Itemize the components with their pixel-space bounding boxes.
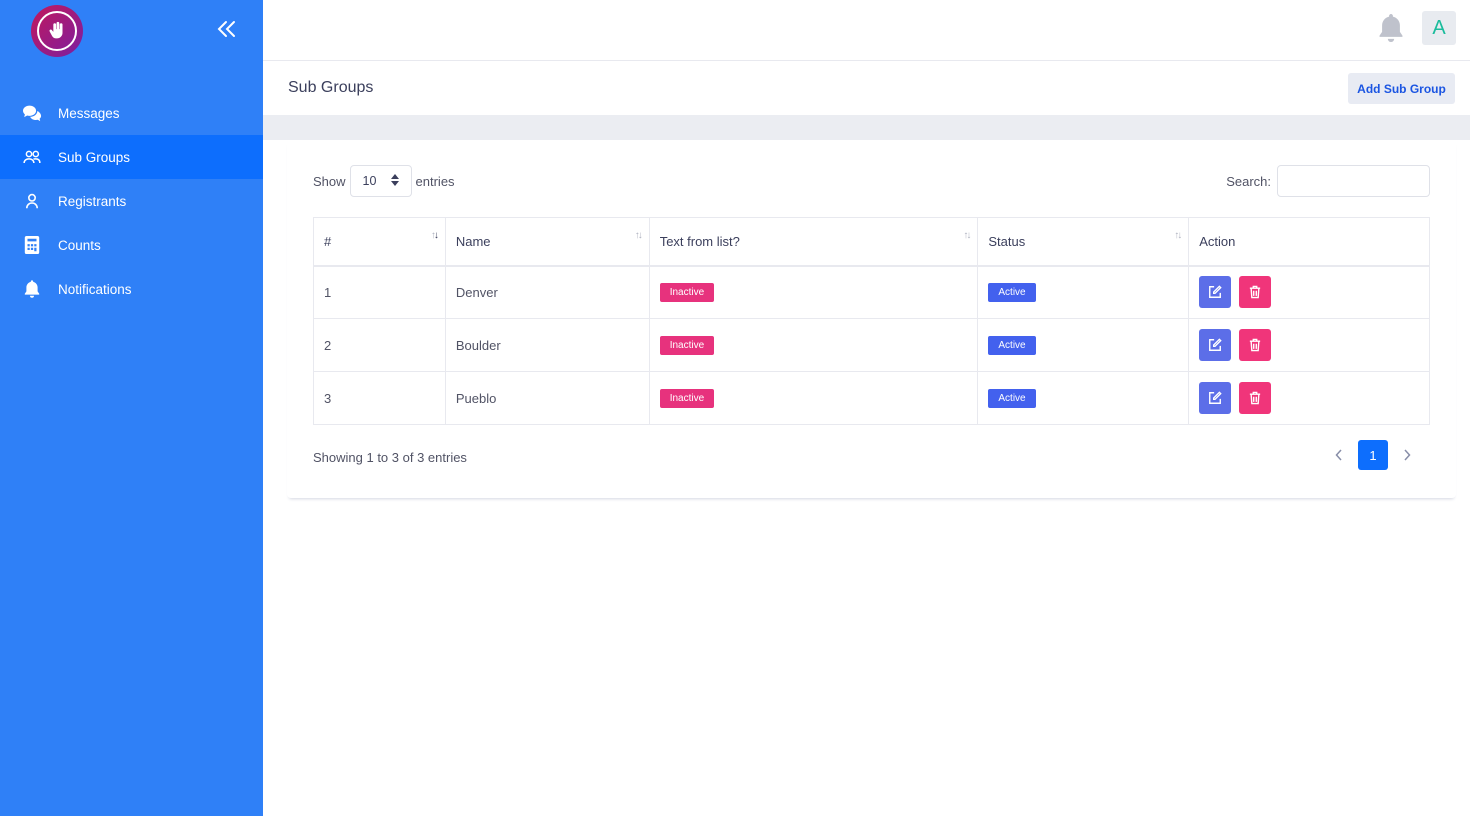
column-header-action: Action <box>1188 217 1430 267</box>
entries-select[interactable]: 10 <box>349 165 412 197</box>
sidebar-item-counts[interactable]: Counts <box>0 223 263 267</box>
show-label: Show <box>313 173 346 189</box>
cell-number: 2 <box>313 318 446 372</box>
search-input[interactable] <box>1277 165 1430 197</box>
content-divider <box>263 115 1470 140</box>
bell-icon <box>22 279 42 299</box>
edit-icon <box>1209 338 1222 351</box>
delete-button[interactable] <box>1238 329 1271 361</box>
sort-icon: ↑↓ <box>634 230 643 241</box>
cell-name: Boulder <box>444 318 650 372</box>
sort-icon: ↑↓ <box>1174 230 1182 241</box>
inactive-badge: Inactive <box>659 388 715 408</box>
sidebar-item-notifications[interactable]: Notifications <box>0 267 263 311</box>
active-badge: Active <box>988 388 1036 408</box>
cell-number: 1 <box>313 265 446 319</box>
user-icon <box>22 191 42 211</box>
cell-text-from-list: Inactive <box>648 371 979 425</box>
active-badge: Active <box>988 282 1036 302</box>
entries-length-control: Show 10 entries <box>313 165 455 197</box>
cell-actions <box>1188 318 1430 372</box>
sidebar-item-label: Registrants <box>58 193 127 209</box>
trash-icon <box>1249 285 1260 299</box>
page-title: Sub Groups <box>288 79 374 96</box>
table-info: Showing 1 to 3 of 3 entries <box>313 450 467 465</box>
calculator-icon <box>22 235 42 255</box>
sidebar-nav: Messages Sub Groups Registrants Counts N… <box>0 91 263 311</box>
delete-button[interactable] <box>1238 382 1271 414</box>
trash-icon <box>1249 338 1260 352</box>
sort-icon: ↑↓ <box>430 230 439 241</box>
table-row: 3 Pueblo Inactive Active <box>313 371 1430 425</box>
hand-logo-icon <box>37 11 77 51</box>
sub-groups-table: # ↑↓ Name ↑↓ Text from list? ↑↓ Status ↑↓ Ac… <box>313 217 1430 425</box>
sort-select-icon <box>390 173 399 189</box>
inactive-badge: Inactive <box>659 335 715 355</box>
cell-actions <box>1188 371 1430 425</box>
inactive-badge: Inactive <box>659 282 715 302</box>
cell-number: 3 <box>313 371 446 425</box>
sidebar-item-registrants[interactable]: Registrants <box>0 179 263 223</box>
edit-button[interactable] <box>1199 276 1232 309</box>
sidebar: Messages Sub Groups Registrants Counts N… <box>0 0 263 816</box>
delete-button[interactable] <box>1238 276 1271 309</box>
page-number-button[interactable]: 1 <box>1358 440 1388 470</box>
edit-button[interactable] <box>1199 329 1232 361</box>
sidebar-item-label: Notifications <box>58 281 132 297</box>
page-header: Sub Groups Add Sub Group <box>263 61 1470 115</box>
cell-text-from-list: Inactive <box>648 318 979 372</box>
sidebar-item-label: Sub Groups <box>58 149 131 165</box>
table-row: 1 Denver Inactive Active <box>313 265 1430 319</box>
comments-icon <box>22 103 42 123</box>
sub-groups-card: Show 10 entries Search: # ↑↓ Name ↑↓ Text … <box>287 140 1456 498</box>
edit-icon <box>1209 391 1222 404</box>
edit-icon <box>1209 285 1222 299</box>
table-search: Search: <box>1226 165 1430 197</box>
entries-select-value: 10 <box>362 174 377 188</box>
users-icon <box>22 147 42 167</box>
sidebar-item-label: Counts <box>58 237 101 253</box>
table-header-row: # ↑↓ Name ↑↓ Text from list? ↑↓ Status ↑↓ Ac… <box>313 217 1430 267</box>
column-header-status[interactable]: Status ↑↓ <box>977 217 1190 267</box>
sidebar-item-label: Messages <box>58 105 120 121</box>
cell-status: Active <box>977 371 1190 425</box>
cell-text-from-list: Inactive <box>648 265 979 319</box>
cell-status: Active <box>977 265 1190 319</box>
next-page-icon[interactable] <box>1392 440 1422 470</box>
trash-icon <box>1249 391 1260 405</box>
app-logo[interactable] <box>31 5 83 57</box>
column-header-number[interactable]: # ↑↓ <box>313 217 446 267</box>
notifications-bell-icon[interactable] <box>1378 14 1404 42</box>
search-label: Search: <box>1226 173 1271 189</box>
cell-actions <box>1188 265 1430 319</box>
entries-label: entries <box>415 173 455 189</box>
cell-name: Denver <box>444 265 650 319</box>
sidebar-item-sub-groups[interactable]: Sub Groups <box>0 135 263 179</box>
previous-page-icon[interactable] <box>1324 440 1354 470</box>
top-bar: A <box>263 0 1470 61</box>
pagination: 1 <box>1324 440 1422 470</box>
user-avatar[interactable]: A <box>1422 11 1456 45</box>
add-sub-group-button[interactable]: Add Sub Group <box>1348 73 1455 104</box>
collapse-sidebar-icon[interactable] <box>215 17 239 41</box>
active-badge: Active <box>988 335 1036 355</box>
column-header-text-from-list[interactable]: Text from list? ↑↓ <box>648 217 979 267</box>
column-header-name[interactable]: Name ↑↓ <box>444 217 650 267</box>
table-row: 2 Boulder Inactive Active <box>313 318 1430 372</box>
sidebar-item-messages[interactable]: Messages <box>0 91 263 135</box>
cell-name: Pueblo <box>444 371 650 425</box>
edit-button[interactable] <box>1199 382 1232 414</box>
cell-status: Active <box>977 318 1190 372</box>
sort-icon: ↑↓ <box>963 230 971 241</box>
